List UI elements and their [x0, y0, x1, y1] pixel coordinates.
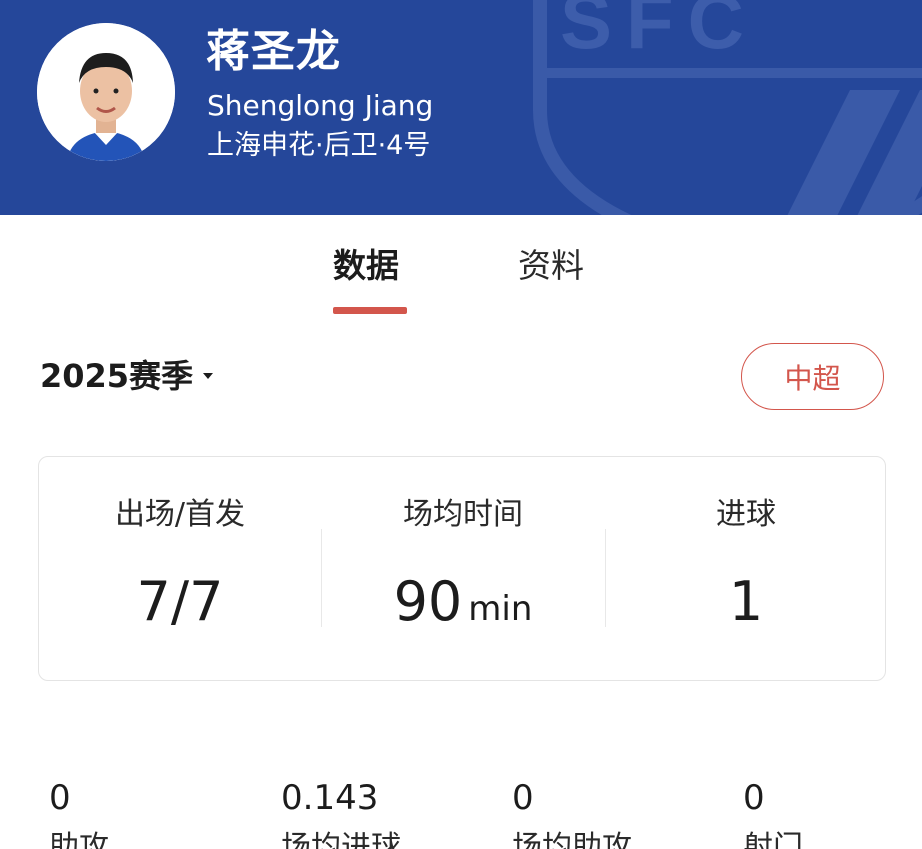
- stat-goals: 进球 1: [605, 457, 887, 682]
- stat-appearances: 出场/首发 7/7: [39, 457, 321, 682]
- stat-value: 1: [728, 570, 764, 633]
- detail-stat-label: 场均进球: [281, 830, 401, 849]
- stat-avg-minutes: 场均时间 90 min: [321, 457, 605, 682]
- detail-stat-goals-per-game: 0.143 场均进球: [281, 770, 401, 849]
- season-label: 2025赛季: [40, 357, 194, 395]
- detail-stat-assists-per-game: 0 场均助攻: [512, 770, 632, 849]
- stat-value: 7/7: [136, 570, 224, 633]
- detail-stat-value: 0.143: [281, 778, 379, 818]
- stat-unit: min: [468, 589, 533, 629]
- detail-stat-value: 0: [512, 778, 534, 818]
- stat-label: 进球: [716, 497, 776, 532]
- detail-stat-label: 射门: [743, 830, 803, 849]
- player-header: SFC 蒋圣龙 Shenglong Jiang 上海申花·后卫·4号: [0, 0, 922, 215]
- detail-stat-value: 0: [743, 778, 765, 818]
- stat-value: 90 min: [393, 570, 533, 633]
- player-name-en: Shenglong Jiang: [207, 89, 434, 122]
- active-tab-indicator: [333, 307, 407, 314]
- season-selector[interactable]: 2025赛季: [40, 352, 214, 400]
- detail-stats-row: 0 助攻 0.143 场均进球 0 场均助攻 0 射门: [0, 770, 922, 849]
- club-crest-watermark: SFC: [533, 0, 922, 215]
- crest-text: SFC: [560, 0, 758, 65]
- summary-stats-card: 出场/首发 7/7 场均时间 90 min 进球 1: [38, 456, 886, 681]
- detail-stat-label: 助攻: [49, 830, 109, 849]
- player-team-position-number: 上海申花·后卫·4号: [207, 130, 431, 161]
- detail-stat-assists: 0 助攻: [49, 770, 109, 849]
- tab-bar: 数据 资料: [0, 215, 922, 325]
- player-name-cn: 蒋圣龙: [206, 26, 341, 77]
- tab-data[interactable]: 数据: [333, 245, 399, 287]
- player-photo: [37, 23, 175, 161]
- detail-stat-shots: 0 射门: [743, 770, 803, 849]
- caret-down-icon: [203, 373, 214, 379]
- stat-label: 出场/首发: [114, 497, 246, 532]
- detail-stat-value: 0: [49, 778, 71, 818]
- tab-profile[interactable]: 资料: [518, 245, 584, 287]
- stat-label: 场均时间: [403, 497, 523, 532]
- detail-stat-label: 场均助攻: [512, 830, 632, 849]
- league-filter-button[interactable]: 中超: [741, 343, 884, 410]
- player-avatar: [37, 23, 175, 161]
